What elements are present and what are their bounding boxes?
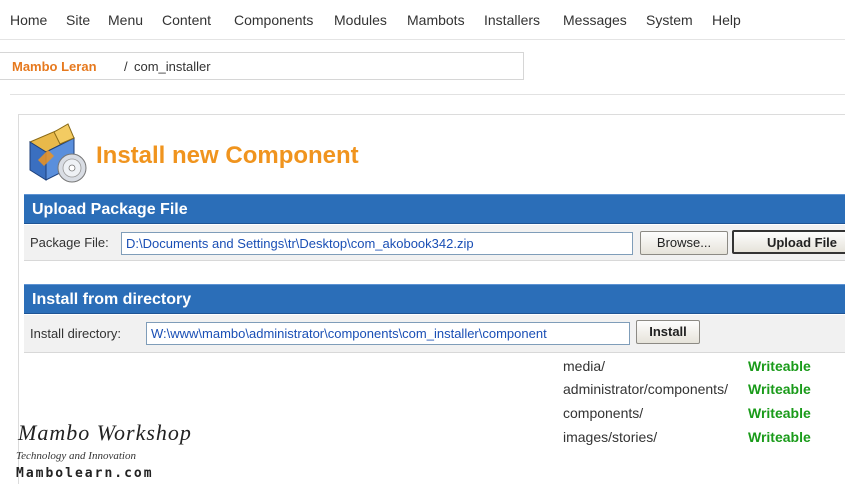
upload-section-title: Upload Package File [32, 201, 188, 218]
permission-row: administrator/components/ Writeable [0, 381, 845, 403]
permission-path: images/stories/ [563, 429, 658, 445]
permission-row: media/ Writeable [0, 358, 845, 380]
menu-item-installers[interactable]: Installers [484, 12, 540, 28]
menu-item-mambots[interactable]: Mambots [407, 12, 465, 28]
divider [10, 94, 845, 95]
permission-status: Writeable [748, 358, 811, 374]
upload-section-header: Upload Package File [24, 194, 845, 224]
top-menu-bar: Home Site Menu Content Components Module… [0, 0, 845, 40]
permission-path: media/ [563, 358, 606, 374]
install-directory-input[interactable]: W:\www\mambo\administrator\components\co… [146, 322, 630, 345]
install-dir-section-header: Install from directory [24, 284, 845, 314]
menu-item-system[interactable]: System [646, 12, 693, 28]
install-directory-label: Install directory: [30, 326, 122, 341]
menu-item-home[interactable]: Home [10, 12, 47, 28]
permission-status: Writeable [748, 429, 811, 445]
watermark-title: Mambo Workshop [18, 420, 192, 445]
install-dir-section-row: Install directory: W:\www\mambo\administ… [24, 315, 845, 353]
browse-button[interactable]: Browse... [640, 231, 728, 255]
page-title: Install new Component [96, 142, 359, 169]
install-dir-section-title: Install from directory [32, 291, 192, 308]
permission-path: components/ [563, 405, 644, 421]
menu-item-content[interactable]: Content [162, 12, 211, 28]
package-file-input[interactable]: D:\Documents and Settings\tr\Desktop\com… [121, 232, 633, 255]
breadcrumb-site[interactable]: Mambo Leran [12, 59, 97, 74]
permission-status: Writeable [748, 381, 811, 397]
menu-item-components[interactable]: Components [234, 12, 313, 28]
permission-path: administrator/components/ [563, 381, 728, 397]
menu-item-modules[interactable]: Modules [334, 12, 387, 28]
package-file-label: Package File: [30, 235, 109, 250]
menu-item-menu[interactable]: Menu [108, 12, 143, 28]
watermark-url: Mambolearn.com [16, 466, 154, 481]
menu-item-messages[interactable]: Messages [563, 12, 627, 28]
installer-box-icon [28, 123, 87, 183]
breadcrumb: Mambo Leran / com_installer [0, 52, 524, 80]
upload-section-row: Package File: D:\Documents and Settings\… [24, 225, 845, 261]
breadcrumb-separator: / [124, 59, 128, 74]
watermark-logo: Mambo Workshop Technology and Innovation… [14, 420, 219, 484]
install-button[interactable]: Install [636, 320, 700, 344]
menu-item-help[interactable]: Help [712, 12, 741, 28]
breadcrumb-path: com_installer [134, 59, 211, 74]
watermark-tagline: Technology and Innovation [16, 450, 136, 462]
upload-file-button[interactable]: Upload File [732, 230, 845, 254]
menu-item-site[interactable]: Site [66, 12, 90, 28]
permission-status: Writeable [748, 405, 811, 421]
